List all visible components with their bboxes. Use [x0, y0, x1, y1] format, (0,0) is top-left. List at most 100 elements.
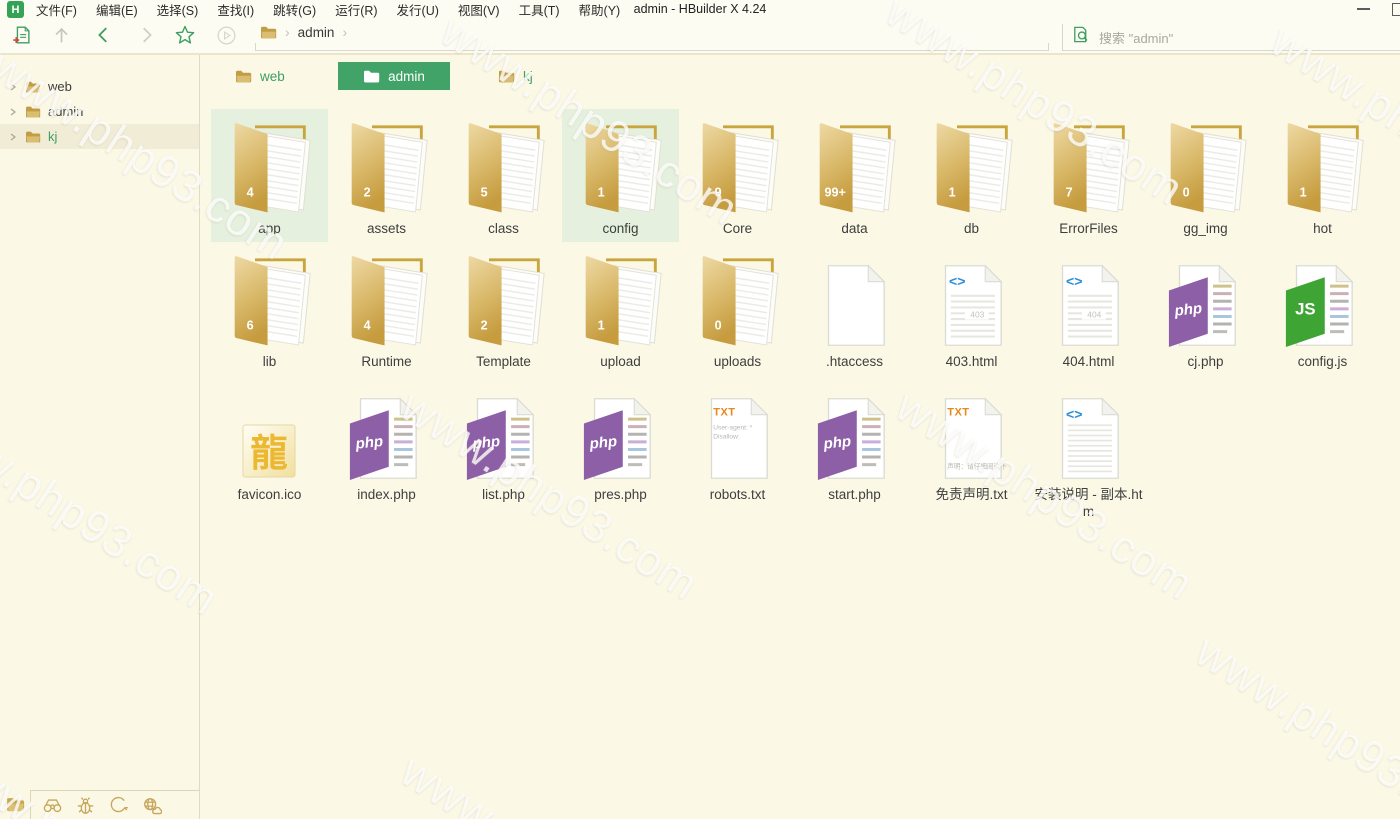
grid-item-Core[interactable]: 9 Core [679, 109, 796, 242]
file-name-label: upload [600, 353, 641, 370]
grid-item-config.js[interactable]: JS config.js [1264, 242, 1381, 375]
file-grid-row: 6 lib 4 Runtime 2 Template 1 up [211, 242, 1381, 375]
search-in-files-icon [1071, 25, 1090, 49]
menu-item-3[interactable]: 查找(I) [217, 0, 254, 19]
project-tree: web admin kj [0, 55, 199, 149]
web-service-icon[interactable] [141, 795, 162, 816]
file-name-label: Runtime [361, 353, 411, 370]
file-grid: 4 app 2 assets 5 class 1 config [211, 109, 1381, 520]
search-box[interactable]: 搜索 "admin" [1062, 24, 1400, 51]
menu-item-9[interactable]: 帮助(Y) [579, 0, 621, 19]
grid-item-robots.txt[interactable]: TXTUser-agent: *Disallow: robots.txt [679, 375, 796, 520]
expand-chevron-icon[interactable] [9, 133, 21, 141]
tab-web[interactable]: web [229, 62, 291, 90]
breadcrumb[interactable]: › admin › [260, 24, 347, 40]
menu-item-5[interactable]: 运行(R) [335, 0, 377, 19]
grid-item-403.html[interactable]: <> 403 403.html [913, 242, 1030, 375]
debug-icon[interactable] [75, 795, 96, 816]
grid-item-gg_img[interactable]: 0 gg_img [1147, 109, 1264, 242]
menu-item-2[interactable]: 选择(S) [157, 0, 199, 19]
file-name-label: 404.html [1063, 353, 1115, 370]
tab-admin[interactable]: admin [338, 62, 450, 90]
menu-item-0[interactable]: 文件(F) [36, 0, 77, 19]
grid-item-data[interactable]: 99+ data [796, 109, 913, 242]
file-name-label: config.js [1298, 353, 1348, 370]
menu-item-8[interactable]: 工具(T) [519, 0, 560, 19]
breadcrumb-path[interactable]: admin [298, 25, 335, 40]
expand-chevron-icon[interactable] [9, 83, 21, 91]
file-name-label: lib [263, 353, 277, 370]
tab-label: kj [523, 69, 533, 84]
tree-item-label: admin [48, 104, 83, 119]
sync-icon[interactable] [108, 795, 129, 816]
file-explorer: web admin kj 4 app 2 assets [200, 55, 1400, 819]
folder-icon: 4 [342, 248, 431, 347]
menu-item-7[interactable]: 视图(V) [458, 0, 500, 19]
grid-item-db[interactable]: 1 db [913, 109, 1030, 242]
tree-item-kj[interactable]: kj [0, 124, 199, 149]
maximize-button[interactable] [1392, 3, 1400, 16]
grid-item-list.php[interactable]: php list.php [445, 375, 562, 520]
grid-item-start.php[interactable]: php start.php [796, 375, 913, 520]
tab-kj[interactable]: kj [492, 62, 539, 90]
grid-item-lib[interactable]: 6 lib [211, 242, 328, 375]
svg-text:403: 403 [970, 309, 984, 319]
grid-item-安装说明 - 副本.htm[interactable]: <> 安装说明 - 副本.htm [1030, 375, 1147, 520]
folder-icon [25, 130, 41, 144]
grid-item-404.html[interactable]: <> 404 404.html [1030, 242, 1147, 375]
forward-button[interactable] [134, 23, 158, 47]
file-grid-row: 龍 favicon.ico php index.php php list.php… [211, 375, 1381, 520]
grid-item-uploads[interactable]: 0 uploads [679, 242, 796, 375]
favorite-star-button[interactable] [173, 23, 197, 47]
svg-text:6: 6 [247, 318, 254, 332]
grid-item-config[interactable]: 1 config [562, 109, 679, 242]
svg-text:1: 1 [598, 185, 605, 199]
svg-text:php: php [353, 433, 383, 453]
svg-text:5: 5 [481, 185, 488, 199]
up-button[interactable] [50, 23, 74, 47]
grid-item-cj.php[interactable]: php cj.php [1147, 242, 1264, 375]
svg-text:php: php [821, 433, 851, 453]
find-in-files-icon[interactable] [42, 795, 63, 816]
file-name-label: app [258, 220, 281, 237]
tab-label: web [260, 69, 285, 84]
file-name-label: 403.html [946, 353, 998, 370]
file-name-label: list.php [482, 486, 525, 503]
files-panel-icon[interactable] [0, 790, 30, 819]
grid-item-pres.php[interactable]: php pres.php [562, 375, 679, 520]
folder-icon [25, 105, 41, 119]
grid-item-免责声明.txt[interactable]: TXT声明：请仔细阅读下 免责声明.txt [913, 375, 1030, 520]
address-bar-underline [255, 43, 1049, 51]
tree-item-admin[interactable]: admin [0, 99, 199, 124]
tree-item-web[interactable]: web [0, 74, 199, 99]
app-logo-icon: H [7, 1, 24, 18]
menu-item-1[interactable]: 编辑(E) [96, 0, 138, 19]
file-name-label: 免责声明.txt [935, 486, 1007, 503]
grid-item-class[interactable]: 5 class [445, 109, 562, 242]
folder-icon: 7 [1044, 115, 1133, 214]
grid-item-.htaccess[interactable]: .htaccess [796, 242, 913, 375]
menu-item-4[interactable]: 跳转(G) [273, 0, 316, 19]
grid-item-Runtime[interactable]: 4 Runtime [328, 242, 445, 375]
menu-item-6[interactable]: 发行(U) [397, 0, 439, 19]
run-button[interactable] [214, 23, 238, 47]
grid-item-ErrorFiles[interactable]: 7 ErrorFiles [1030, 109, 1147, 242]
search-placeholder[interactable]: 搜索 "admin" [1099, 28, 1173, 47]
back-button[interactable] [92, 23, 116, 47]
folder-icon [260, 25, 277, 40]
folder-icon [363, 69, 380, 84]
svg-text:<>: <> [949, 273, 965, 289]
grid-item-Template[interactable]: 2 Template [445, 242, 562, 375]
minimize-button[interactable] [1357, 8, 1370, 10]
grid-item-index.php[interactable]: php index.php [328, 375, 445, 520]
expand-chevron-icon[interactable] [9, 108, 21, 116]
grid-item-assets[interactable]: 2 assets [328, 109, 445, 242]
new-file-button[interactable] [10, 23, 34, 47]
grid-item-app[interactable]: 4 app [211, 109, 328, 242]
php-icon: php [816, 381, 894, 480]
svg-text:2: 2 [364, 185, 371, 199]
grid-item-upload[interactable]: 1 upload [562, 242, 679, 375]
file-name-label: favicon.ico [238, 486, 302, 503]
grid-item-favicon.ico[interactable]: 龍 favicon.ico [211, 375, 328, 520]
grid-item-hot[interactable]: 1 hot [1264, 109, 1381, 242]
